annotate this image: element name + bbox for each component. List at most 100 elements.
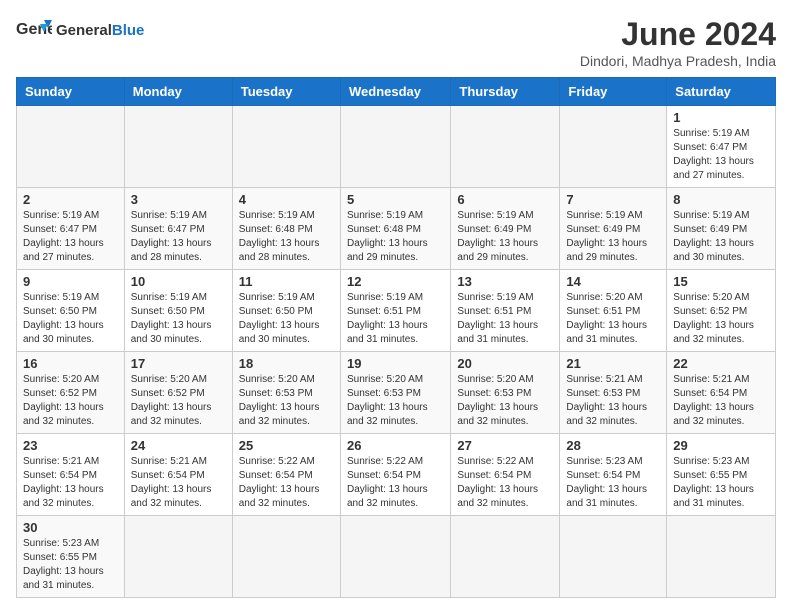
calendar-cell bbox=[560, 106, 667, 188]
calendar-cell: 7 Sunrise: 5:19 AM Sunset: 6:49 PM Daylig… bbox=[560, 188, 667, 270]
day-info: Sunrise: 5:19 AM Sunset: 6:50 PM Dayligh… bbox=[131, 291, 226, 347]
day-number: 4 bbox=[239, 192, 334, 207]
calendar-cell bbox=[667, 516, 776, 598]
day-number: 19 bbox=[347, 356, 444, 371]
day-header-tuesday: Tuesday bbox=[232, 78, 340, 106]
day-number: 26 bbox=[347, 438, 444, 453]
day-header-monday: Monday bbox=[124, 78, 232, 106]
logo-text: GeneralBlue bbox=[56, 23, 144, 38]
day-number: 25 bbox=[239, 438, 334, 453]
calendar-cell: 26 Sunrise: 5:22 AM Sunset: 6:54 PM Dayli… bbox=[340, 434, 450, 516]
calendar-cell: 23 Sunrise: 5:21 AM Sunset: 6:54 PM Dayli… bbox=[17, 434, 125, 516]
day-number: 24 bbox=[131, 438, 226, 453]
calendar-cell: 2 Sunrise: 5:19 AM Sunset: 6:47 PM Daylig… bbox=[17, 188, 125, 270]
calendar-week-row: 30Sunrise: 5:23 AM Sunset: 6:55 PM Dayli… bbox=[17, 516, 776, 598]
day-info: Sunrise: 5:19 AM Sunset: 6:47 PM Dayligh… bbox=[131, 209, 226, 265]
calendar-cell: 8 Sunrise: 5:19 AM Sunset: 6:49 PM Daylig… bbox=[667, 188, 776, 270]
day-number: 16 bbox=[23, 356, 118, 371]
day-info: Sunrise: 5:19 AM Sunset: 6:50 PM Dayligh… bbox=[23, 291, 118, 347]
calendar-cell bbox=[340, 106, 450, 188]
calendar-table: SundayMondayTuesdayWednesdayThursdayFrid… bbox=[16, 77, 776, 598]
day-info: Sunrise: 5:19 AM Sunset: 6:47 PM Dayligh… bbox=[673, 127, 769, 183]
calendar-cell: 11Sunrise: 5:19 AM Sunset: 6:50 PM Dayli… bbox=[232, 270, 340, 352]
day-info: Sunrise: 5:20 AM Sunset: 6:53 PM Dayligh… bbox=[347, 373, 444, 429]
day-header-wednesday: Wednesday bbox=[340, 78, 450, 106]
calendar-cell: 14Sunrise: 5:20 AM Sunset: 6:51 PM Dayli… bbox=[560, 270, 667, 352]
day-number: 5 bbox=[347, 192, 444, 207]
logo-icon: General bbox=[16, 16, 52, 44]
calendar-cell: 10 Sunrise: 5:19 AM Sunset: 6:50 PM Dayli… bbox=[124, 270, 232, 352]
day-number: 1 bbox=[673, 110, 769, 125]
calendar-cell: 27Sunrise: 5:22 AM Sunset: 6:54 PM Dayli… bbox=[451, 434, 560, 516]
calendar-cell bbox=[560, 516, 667, 598]
day-number: 2 bbox=[23, 192, 118, 207]
calendar-cell bbox=[232, 106, 340, 188]
day-number: 18 bbox=[239, 356, 334, 371]
title-section: June 2024 Dindori, Madhya Pradesh, India bbox=[580, 16, 776, 69]
day-header-saturday: Saturday bbox=[667, 78, 776, 106]
calendar-week-row: 9 Sunrise: 5:19 AM Sunset: 6:50 PM Daylig… bbox=[17, 270, 776, 352]
calendar-cell: 24Sunrise: 5:21 AM Sunset: 6:54 PM Dayli… bbox=[124, 434, 232, 516]
calendar-cell bbox=[124, 516, 232, 598]
day-number: 23 bbox=[23, 438, 118, 453]
day-info: Sunrise: 5:20 AM Sunset: 6:52 PM Dayligh… bbox=[23, 373, 118, 429]
day-info: Sunrise: 5:19 AM Sunset: 6:49 PM Dayligh… bbox=[566, 209, 660, 265]
calendar-cell: 1 Sunrise: 5:19 AM Sunset: 6:47 PM Daylig… bbox=[667, 106, 776, 188]
logo: General GeneralBlue bbox=[16, 16, 144, 44]
page-header: General GeneralBlue June 2024 Dindori, M… bbox=[16, 16, 776, 69]
day-header-thursday: Thursday bbox=[451, 78, 560, 106]
month-year-title: June 2024 bbox=[580, 16, 776, 53]
calendar-cell bbox=[451, 516, 560, 598]
calendar-cell: 25 Sunrise: 5:22 AM Sunset: 6:54 PM Dayli… bbox=[232, 434, 340, 516]
day-info: Sunrise: 5:22 AM Sunset: 6:54 PM Dayligh… bbox=[347, 455, 444, 511]
day-info: Sunrise: 5:19 AM Sunset: 6:51 PM Dayligh… bbox=[457, 291, 553, 347]
day-number: 13 bbox=[457, 274, 553, 289]
day-number: 8 bbox=[673, 192, 769, 207]
calendar-cell: 28Sunrise: 5:23 AM Sunset: 6:54 PM Dayli… bbox=[560, 434, 667, 516]
calendar-cell: 22Sunrise: 5:21 AM Sunset: 6:54 PM Dayli… bbox=[667, 352, 776, 434]
day-info: Sunrise: 5:19 AM Sunset: 6:51 PM Dayligh… bbox=[347, 291, 444, 347]
day-info: Sunrise: 5:23 AM Sunset: 6:55 PM Dayligh… bbox=[673, 455, 769, 511]
calendar-cell bbox=[17, 106, 125, 188]
calendar-body: 1 Sunrise: 5:19 AM Sunset: 6:47 PM Daylig… bbox=[17, 106, 776, 598]
day-number: 15 bbox=[673, 274, 769, 289]
location-subtitle: Dindori, Madhya Pradesh, India bbox=[580, 53, 776, 69]
calendar-cell: 29Sunrise: 5:23 AM Sunset: 6:55 PM Dayli… bbox=[667, 434, 776, 516]
calendar-week-row: 16 Sunrise: 5:20 AM Sunset: 6:52 PM Dayli… bbox=[17, 352, 776, 434]
calendar-cell: 6Sunrise: 5:19 AM Sunset: 6:49 PM Daylig… bbox=[451, 188, 560, 270]
calendar-cell: 17Sunrise: 5:20 AM Sunset: 6:52 PM Dayli… bbox=[124, 352, 232, 434]
day-info: Sunrise: 5:21 AM Sunset: 6:54 PM Dayligh… bbox=[673, 373, 769, 429]
day-info: Sunrise: 5:23 AM Sunset: 6:54 PM Dayligh… bbox=[566, 455, 660, 511]
day-header-sunday: Sunday bbox=[17, 78, 125, 106]
calendar-cell: 21Sunrise: 5:21 AM Sunset: 6:53 PM Dayli… bbox=[560, 352, 667, 434]
day-number: 10 bbox=[131, 274, 226, 289]
day-header-friday: Friday bbox=[560, 78, 667, 106]
day-info: Sunrise: 5:19 AM Sunset: 6:49 PM Dayligh… bbox=[673, 209, 769, 265]
day-info: Sunrise: 5:20 AM Sunset: 6:53 PM Dayligh… bbox=[239, 373, 334, 429]
day-info: Sunrise: 5:20 AM Sunset: 6:52 PM Dayligh… bbox=[131, 373, 226, 429]
day-info: Sunrise: 5:20 AM Sunset: 6:52 PM Dayligh… bbox=[673, 291, 769, 347]
calendar-cell: 19 Sunrise: 5:20 AM Sunset: 6:53 PM Dayli… bbox=[340, 352, 450, 434]
day-info: Sunrise: 5:19 AM Sunset: 6:49 PM Dayligh… bbox=[457, 209, 553, 265]
day-number: 7 bbox=[566, 192, 660, 207]
day-info: Sunrise: 5:21 AM Sunset: 6:53 PM Dayligh… bbox=[566, 373, 660, 429]
calendar-cell: 13 Sunrise: 5:19 AM Sunset: 6:51 PM Dayli… bbox=[451, 270, 560, 352]
day-number: 12 bbox=[347, 274, 444, 289]
calendar-cell: 3Sunrise: 5:19 AM Sunset: 6:47 PM Daylig… bbox=[124, 188, 232, 270]
day-info: Sunrise: 5:19 AM Sunset: 6:48 PM Dayligh… bbox=[347, 209, 444, 265]
day-info: Sunrise: 5:19 AM Sunset: 6:47 PM Dayligh… bbox=[23, 209, 118, 265]
day-info: Sunrise: 5:22 AM Sunset: 6:54 PM Dayligh… bbox=[457, 455, 553, 511]
calendar-week-row: 23 Sunrise: 5:21 AM Sunset: 6:54 PM Dayli… bbox=[17, 434, 776, 516]
day-number: 9 bbox=[23, 274, 118, 289]
calendar-week-row: 2 Sunrise: 5:19 AM Sunset: 6:47 PM Daylig… bbox=[17, 188, 776, 270]
calendar-cell: 9 Sunrise: 5:19 AM Sunset: 6:50 PM Daylig… bbox=[17, 270, 125, 352]
day-info: Sunrise: 5:22 AM Sunset: 6:54 PM Dayligh… bbox=[239, 455, 334, 511]
calendar-cell bbox=[451, 106, 560, 188]
day-number: 14 bbox=[566, 274, 660, 289]
day-info: Sunrise: 5:21 AM Sunset: 6:54 PM Dayligh… bbox=[23, 455, 118, 511]
calendar-cell bbox=[340, 516, 450, 598]
day-number: 30 bbox=[23, 520, 118, 535]
calendar-cell: 15 Sunrise: 5:20 AM Sunset: 6:52 PM Dayli… bbox=[667, 270, 776, 352]
day-number: 20 bbox=[457, 356, 553, 371]
day-number: 11 bbox=[239, 274, 334, 289]
